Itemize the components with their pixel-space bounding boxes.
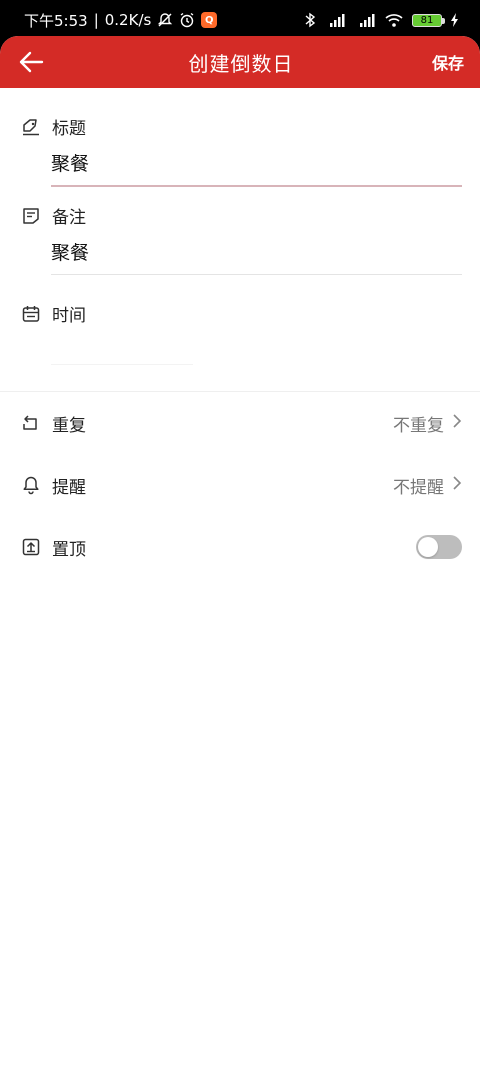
repeat-row[interactable]: 重复 不重复 bbox=[0, 392, 480, 454]
top-app-bar: 创建倒数日 保存 bbox=[0, 36, 480, 88]
title-label-row: 标题 bbox=[20, 114, 462, 139]
chevron-right-icon bbox=[452, 475, 462, 496]
chevron-right-icon bbox=[452, 413, 462, 434]
wifi-icon bbox=[384, 12, 404, 28]
pin-label: 置顶 bbox=[52, 539, 86, 560]
save-button[interactable]: 保存 bbox=[432, 50, 464, 74]
note-label: 备注 bbox=[52, 208, 86, 228]
note-label-row: 备注 bbox=[20, 203, 462, 228]
app-notification-icon: Q bbox=[201, 12, 218, 28]
status-left: 下午5:53 | 0.2K/s Q bbox=[24, 10, 218, 31]
repeat-icon bbox=[20, 412, 42, 434]
pin-toggle[interactable] bbox=[416, 535, 462, 559]
repeat-right: 不重复 bbox=[393, 411, 462, 436]
repeat-label: 重复 bbox=[52, 415, 86, 436]
title-tag-icon bbox=[20, 116, 42, 138]
signal-hd-icon-2 bbox=[354, 12, 376, 28]
repeat-left: 重复 bbox=[20, 411, 86, 436]
back-button[interactable] bbox=[18, 46, 50, 78]
bell-icon bbox=[20, 474, 42, 496]
toggle-knob bbox=[418, 537, 438, 557]
repeat-value: 不重复 bbox=[393, 415, 444, 436]
note-icon bbox=[20, 205, 42, 227]
time-section: 时间 bbox=[0, 275, 480, 365]
bluetooth-icon bbox=[304, 12, 316, 28]
remind-row[interactable]: 提醒 不提醒 bbox=[0, 454, 480, 516]
phone-screen: 下午5:53 | 0.2K/s Q 81 创建倒数日 保存 标题 聚餐 备注 聚… bbox=[0, 0, 480, 1067]
alarm-icon bbox=[179, 12, 195, 28]
battery-icon: 81 bbox=[412, 13, 445, 27]
status-separator: | bbox=[93, 11, 99, 29]
title-label: 标题 bbox=[52, 119, 86, 139]
app-container: 创建倒数日 保存 标题 聚餐 备注 聚餐 时间 重复 不重复 提醒 不提醒 置顶 bbox=[0, 36, 480, 1067]
time-label: 时间 bbox=[52, 306, 86, 326]
note-section: 备注 聚餐 bbox=[0, 187, 480, 275]
network-speed: 0.2K/s bbox=[104, 11, 152, 29]
time-label-row: 时间 bbox=[20, 301, 462, 326]
pin-left: 置顶 bbox=[20, 535, 86, 560]
remind-value: 不提醒 bbox=[393, 477, 444, 498]
note-input[interactable]: 聚餐 bbox=[51, 228, 462, 274]
signal-hd-icon-1 bbox=[324, 12, 346, 28]
time-picker[interactable] bbox=[51, 326, 462, 364]
time-picker-underline bbox=[51, 364, 193, 365]
status-time: 下午5:53 bbox=[24, 11, 88, 30]
arrow-left-icon bbox=[19, 51, 44, 73]
pin-top-icon bbox=[20, 536, 42, 558]
remind-left: 提醒 bbox=[20, 473, 86, 498]
status-bar: 下午5:53 | 0.2K/s Q 81 bbox=[0, 0, 480, 40]
charging-icon bbox=[450, 12, 460, 28]
mute-notification-icon bbox=[157, 12, 173, 28]
pin-row: 置顶 bbox=[0, 516, 480, 578]
status-right: 81 bbox=[304, 12, 460, 28]
remind-right: 不提醒 bbox=[393, 473, 462, 498]
calendar-icon bbox=[20, 303, 42, 325]
remind-label: 提醒 bbox=[52, 477, 86, 498]
page-title: 创建倒数日 bbox=[188, 51, 294, 76]
title-section: 标题 聚餐 bbox=[0, 88, 480, 187]
title-input[interactable]: 聚餐 bbox=[51, 139, 462, 185]
